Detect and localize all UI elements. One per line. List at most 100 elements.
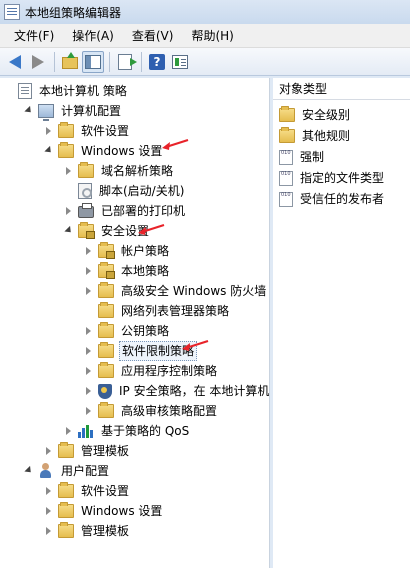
menu-help[interactable]: 帮助(H) bbox=[183, 24, 241, 47]
properties-button[interactable] bbox=[169, 51, 191, 73]
help-button[interactable]: ? bbox=[146, 51, 168, 73]
list-item[interactable]: 其他规则 bbox=[279, 126, 352, 146]
list-item[interactable]: 指定的文件类型 bbox=[279, 168, 386, 188]
toolbar-separator bbox=[54, 51, 55, 72]
annotation-arrow bbox=[180, 338, 210, 352]
folder-icon bbox=[98, 402, 114, 418]
expand-arrow-icon[interactable] bbox=[84, 246, 94, 256]
tree-node[interactable]: 本地计算机 策略 bbox=[4, 81, 129, 101]
menu-view[interactable]: 查看(V) bbox=[124, 24, 182, 47]
expand-arrow-icon[interactable] bbox=[64, 206, 74, 216]
tree-node[interactable]: 公钥策略 bbox=[84, 321, 171, 341]
tree-node[interactable]: 网络列表管理器策略 bbox=[84, 301, 231, 321]
expand-arrow-icon[interactable] bbox=[84, 346, 94, 356]
tree-node[interactable]: 计算机配置 bbox=[24, 101, 123, 121]
tree-node[interactable]: 软件设置 bbox=[44, 121, 131, 141]
expand-arrow-icon[interactable] bbox=[44, 446, 54, 456]
tree-node[interactable]: 用户配置 bbox=[24, 461, 111, 481]
export-list-button[interactable] bbox=[114, 51, 137, 73]
tree-node-label: 管理模板 bbox=[81, 444, 130, 458]
folder-icon bbox=[58, 522, 74, 538]
tree-node-label: 本地计算机 策略 bbox=[39, 84, 127, 98]
collapse-arrow-icon[interactable] bbox=[24, 106, 34, 116]
collapse-arrow-icon[interactable] bbox=[44, 146, 54, 156]
expand-arrow-icon[interactable] bbox=[84, 326, 94, 336]
expand-arrow-icon[interactable] bbox=[44, 506, 54, 516]
tree-node[interactable]: 管理模板 bbox=[44, 441, 131, 461]
computer-icon bbox=[38, 104, 54, 121]
folder-up-icon bbox=[62, 51, 78, 69]
list-item[interactable]: 受信任的发布者 bbox=[279, 189, 386, 209]
list-item-label: 安全级别 bbox=[302, 108, 351, 122]
expand-arrow-icon[interactable] bbox=[84, 386, 94, 396]
back-arrow-icon bbox=[9, 54, 21, 69]
tree-node[interactable]: 管理模板 bbox=[44, 521, 131, 541]
column-header-object-type[interactable]: 对象类型 bbox=[273, 78, 410, 100]
tree-node-label: 高级安全 Windows 防火墙 bbox=[121, 284, 267, 298]
tree-node-label: 域名解析策略 bbox=[101, 164, 174, 178]
expand-arrow-icon[interactable] bbox=[44, 526, 54, 536]
expand-arrow-icon[interactable] bbox=[64, 426, 74, 436]
toolbar-separator bbox=[109, 51, 110, 72]
menu-file[interactable]: 文件(F) bbox=[6, 24, 62, 47]
tree-node[interactable]: 本地策略 bbox=[84, 261, 171, 281]
tree-node-label: 已部署的打印机 bbox=[101, 204, 186, 218]
details-pane[interactable]: 对象类型 安全级别其他规则强制指定的文件类型受信任的发布者 bbox=[273, 78, 410, 568]
folder-icon bbox=[58, 502, 74, 518]
expand-arrow-icon[interactable] bbox=[44, 486, 54, 496]
menu-action[interactable]: 操作(A) bbox=[64, 24, 122, 47]
tree-node-label: Windows 设置 bbox=[81, 144, 163, 158]
folder-icon bbox=[98, 362, 114, 378]
tree-node[interactable]: 基于策略的 QoS bbox=[64, 421, 191, 441]
tree-node[interactable]: IP 安全策略，在 本地计算机 bbox=[84, 381, 269, 401]
menu-bar: 文件(F) 操作(A) 查看(V) 帮助(H) bbox=[0, 24, 410, 48]
user-icon bbox=[38, 463, 54, 479]
help-icon: ? bbox=[149, 53, 165, 70]
list-item-label: 其他规则 bbox=[302, 129, 351, 143]
expand-arrow-icon[interactable] bbox=[64, 166, 74, 176]
folder-icon bbox=[98, 282, 114, 298]
tree-node[interactable]: 已部署的打印机 bbox=[64, 201, 187, 221]
expand-arrow-icon[interactable] bbox=[84, 366, 94, 376]
tree-node[interactable]: 高级安全 Windows 防火墙 bbox=[84, 281, 268, 301]
toolbar-separator bbox=[141, 51, 142, 72]
lock-folder-icon bbox=[98, 242, 115, 259]
console-tree[interactable]: 本地计算机 策略 计算机配置 软件设置 Windows 设置 域名解析策略 脚本(启动/关… bbox=[0, 78, 270, 568]
window-title: 本地组策略编辑器 bbox=[25, 5, 122, 20]
up-one-level-button[interactable] bbox=[59, 51, 81, 73]
annotation-arrow bbox=[160, 137, 190, 151]
tree-node[interactable]: 域名解析策略 bbox=[64, 161, 175, 181]
tree-node[interactable]: 软件设置 bbox=[44, 481, 131, 501]
tree-node[interactable]: 脚本(启动/关机) bbox=[64, 181, 186, 201]
folder-icon bbox=[98, 302, 114, 318]
folder-icon bbox=[58, 122, 74, 138]
expand-arrow-icon[interactable] bbox=[84, 286, 94, 296]
folder-icon bbox=[98, 342, 114, 358]
collapse-arrow-icon[interactable] bbox=[24, 466, 34, 476]
folder-icon bbox=[98, 322, 114, 338]
collapse-arrow-icon[interactable] bbox=[64, 226, 74, 236]
tree-node[interactable]: 帐户策略 bbox=[84, 241, 171, 261]
expand-arrow-icon[interactable] bbox=[84, 406, 94, 416]
list-item-label: 强制 bbox=[300, 150, 325, 164]
show-hide-tree-button[interactable] bbox=[82, 50, 104, 73]
tree-node[interactable]: Windows 设置 bbox=[44, 141, 164, 161]
expand-arrow-icon[interactable] bbox=[44, 126, 54, 136]
script-icon bbox=[78, 183, 92, 199]
printer-icon bbox=[78, 203, 94, 218]
expand-arrow-icon[interactable] bbox=[84, 266, 94, 276]
tree-node[interactable]: Windows 设置 bbox=[44, 501, 164, 521]
list-item[interactable]: 安全级别 bbox=[279, 105, 352, 125]
policy-document-icon bbox=[279, 191, 293, 207]
list-item-label: 指定的文件类型 bbox=[300, 171, 385, 185]
back-button[interactable] bbox=[4, 51, 26, 73]
folder-icon bbox=[58, 482, 74, 498]
tree-node-label: 本地策略 bbox=[121, 264, 170, 278]
forward-button[interactable] bbox=[27, 51, 49, 73]
tree-node[interactable]: 应用程序控制策略 bbox=[84, 361, 219, 381]
tree-node-label: 脚本(启动/关机) bbox=[99, 184, 185, 198]
lock-folder-icon bbox=[98, 262, 115, 279]
tree-node[interactable]: 高级审核策略配置 bbox=[84, 401, 219, 421]
list-item[interactable]: 强制 bbox=[279, 147, 326, 167]
tree-node-label: Windows 设置 bbox=[81, 504, 163, 518]
